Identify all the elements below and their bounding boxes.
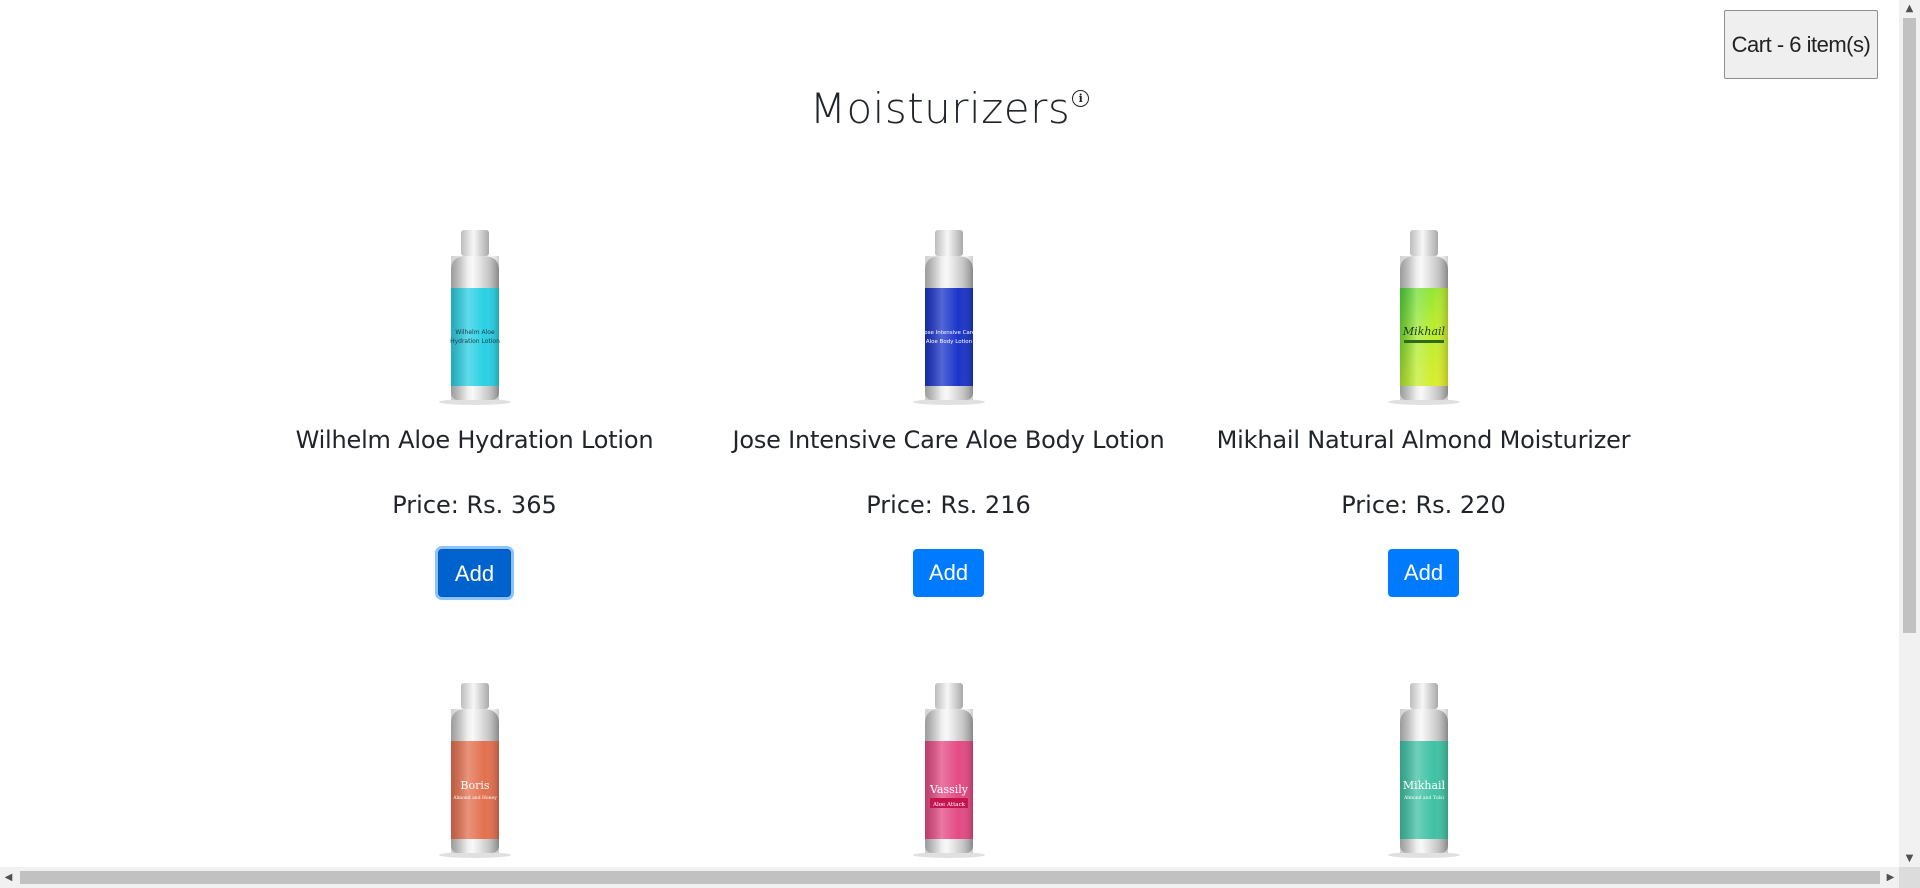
add-to-cart-button[interactable]: Add bbox=[437, 549, 512, 597]
bottle-label-text: Aloe Body Lotion bbox=[925, 339, 972, 345]
product-bottle-image: Mikhail Almond and Tulsi bbox=[1387, 683, 1460, 858]
product-bottle-image: Jose Intensive Care Aloe Body Lotion bbox=[912, 230, 985, 405]
product-price: Price: Rs. 220 bbox=[1341, 491, 1506, 519]
horizontal-scroll-thumb[interactable] bbox=[20, 871, 1880, 884]
product-name: Mikhail Natural Almond Moisturizer bbox=[1216, 426, 1631, 454]
product-name: Wilhelm Aloe Hydration Lotion bbox=[295, 426, 654, 454]
vertical-scroll-thumb[interactable] bbox=[1903, 18, 1916, 633]
product-card: Wilhelm Aloe Hydration Lotion Wilhelm Al… bbox=[237, 228, 712, 597]
product-price: Price: Rs. 365 bbox=[392, 491, 557, 519]
info-icon[interactable]: i bbox=[1072, 90, 1090, 107]
scroll-right-arrow-icon[interactable]: ▶ bbox=[1882, 867, 1899, 888]
product-bottle-image: Boris Almond and Honey bbox=[438, 683, 511, 858]
product-price: Price: Rs. 216 bbox=[866, 491, 1031, 519]
bottle-label-text: Almond and Honey bbox=[452, 795, 497, 801]
scroll-left-arrow-icon[interactable]: ◀ bbox=[0, 867, 17, 888]
bottle-label-text: Mikhail bbox=[1401, 325, 1445, 338]
product-card: Boris Almond and Honey bbox=[237, 681, 712, 859]
product-card: Mikhail Mikhail Natural Almond Moisturiz… bbox=[1186, 228, 1661, 597]
product-name: Jose Intensive Care Aloe Body Lotion bbox=[732, 426, 1165, 454]
product-bottle-image: Vassily Aloe Attack bbox=[912, 683, 985, 858]
bottle-label-text: Mikhail bbox=[1402, 779, 1445, 792]
bottle-label-text: Jose Intensive Care bbox=[921, 330, 975, 336]
bottle-label-text: Hydration Lotion bbox=[450, 338, 500, 345]
add-to-cart-button[interactable]: Add bbox=[1387, 549, 1460, 597]
add-to-cart-button[interactable]: Add bbox=[912, 549, 985, 597]
page-heading: Moisturizers i bbox=[0, 84, 1899, 133]
product-card: Mikhail Almond and Tulsi bbox=[1186, 681, 1661, 859]
bottle-label-text: Aloe Attack bbox=[931, 802, 965, 808]
product-bottle-image: Mikhail bbox=[1387, 230, 1460, 405]
scroll-down-arrow-icon[interactable]: ▼ bbox=[1899, 850, 1920, 867]
product-card: Jose Intensive Care Aloe Body Lotion Jos… bbox=[711, 228, 1186, 597]
scrollbar-corner bbox=[1899, 867, 1920, 888]
scroll-up-arrow-icon[interactable]: ▲ bbox=[1899, 0, 1920, 17]
product-bottle-image: Wilhelm Aloe Hydration Lotion bbox=[438, 230, 511, 405]
bottle-label-text: Almond and Tulsi bbox=[1403, 795, 1444, 801]
page-viewport: Cart - 6 item(s) Moisturizers i Wilhelm A… bbox=[0, 0, 1899, 867]
vertical-scrollbar[interactable]: ▲ ▼ bbox=[1899, 0, 1920, 867]
page-title: Moisturizers bbox=[809, 84, 1071, 133]
bottle-label-text: Boris bbox=[460, 779, 489, 792]
cart-button[interactable]: Cart - 6 item(s) bbox=[1724, 10, 1878, 79]
horizontal-scrollbar[interactable]: ◀ ▶ bbox=[0, 867, 1899, 888]
bottle-label-text: Wilhelm Aloe bbox=[455, 329, 494, 336]
product-card: Vassily Aloe Attack bbox=[711, 681, 1186, 859]
bottle-label-text: Vassily bbox=[928, 783, 968, 796]
